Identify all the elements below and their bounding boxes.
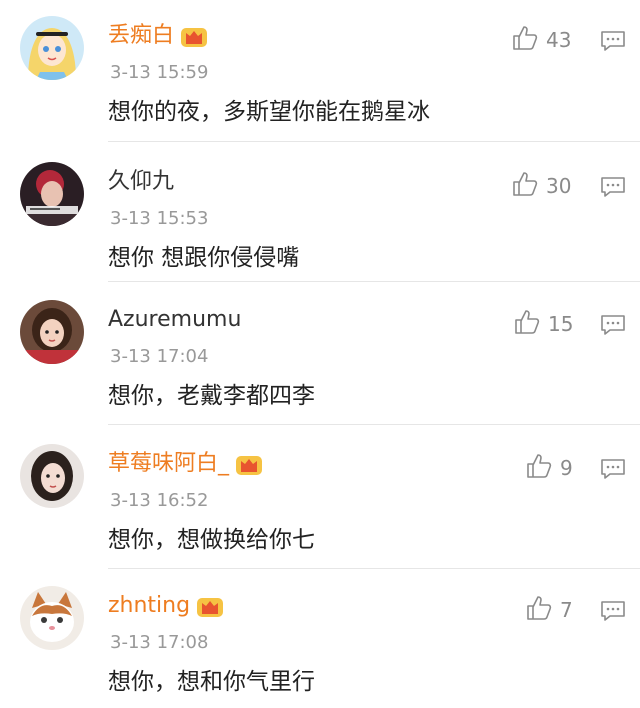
divider (108, 568, 640, 569)
username[interactable]: 草莓味阿白_ (108, 448, 229, 480)
like-button[interactable]: 7 (526, 596, 573, 624)
crown-badge-icon (180, 24, 208, 48)
timestamp: 3-13 17:08 (110, 632, 209, 653)
like-count: 15 (548, 312, 574, 336)
like-button[interactable]: 15 (514, 310, 573, 338)
username-row: 丢痴白 (108, 20, 208, 52)
avatar[interactable] (20, 444, 84, 508)
username[interactable]: Azuremumu (108, 304, 241, 336)
timestamp: 3-13 16:52 (110, 490, 209, 511)
like-count: 7 (560, 598, 573, 622)
crown-badge-icon (196, 594, 224, 618)
comment-item: 丢痴白 3-13 15:59 想你的夜，多斯望你能在鹅星冰 43 (0, 0, 640, 142)
thumbs-up-icon (512, 171, 538, 201)
thumbs-up-icon (526, 595, 552, 625)
reply-comment-icon[interactable] (600, 600, 626, 622)
timestamp: 3-13 15:53 (110, 208, 209, 229)
thumbs-up-icon (526, 453, 552, 483)
comment-item: zhnting 3-13 17:08 想你，想和你气里行 7 (0, 570, 640, 708)
reply-comment-icon[interactable] (600, 30, 626, 52)
divider (108, 141, 640, 142)
divider (108, 424, 640, 425)
avatar[interactable] (20, 586, 84, 650)
comment-text: 想你，老戴李都四李 (108, 383, 315, 409)
username[interactable]: zhnting (108, 590, 190, 622)
comment-text: 想你，想和你气里行 (108, 669, 315, 695)
username-row: zhnting (108, 590, 224, 622)
username[interactable]: 丢痴白 (108, 20, 174, 52)
username-row: 草莓味阿白_ (108, 448, 263, 480)
reply-comment-icon[interactable] (600, 176, 626, 198)
comment-item: 草莓味阿白_ 3-13 16:52 想你，想做换给你七 9 (0, 428, 640, 569)
like-count: 9 (560, 456, 573, 480)
username-row: 久仰九 (108, 166, 174, 198)
comment-text: 想你的夜，多斯望你能在鹅星冰 (108, 99, 430, 125)
avatar[interactable] (20, 300, 84, 364)
username[interactable]: 久仰九 (108, 166, 174, 198)
avatar[interactable] (20, 16, 84, 80)
reply-comment-icon[interactable] (600, 314, 626, 336)
like-button[interactable]: 30 (512, 172, 571, 200)
thumbs-up-icon (514, 309, 540, 339)
timestamp: 3-13 15:59 (110, 62, 209, 83)
divider (108, 281, 640, 282)
username-row: Azuremumu (108, 304, 241, 336)
comment-text: 想你 想跟你侵侵嘴 (108, 245, 300, 271)
like-button[interactable]: 43 (512, 26, 571, 54)
reply-comment-icon[interactable] (600, 458, 626, 480)
comment-item: 久仰九 3-13 15:53 想你 想跟你侵侵嘴 30 (0, 146, 640, 282)
avatar[interactable] (20, 162, 84, 226)
comment-item: Azuremumu 3-13 17:04 想你，老戴李都四李 15 (0, 284, 640, 425)
crown-badge-icon (235, 452, 263, 476)
like-count: 30 (546, 174, 572, 198)
timestamp: 3-13 17:04 (110, 346, 209, 367)
like-button[interactable]: 9 (526, 454, 573, 482)
thumbs-up-icon (512, 25, 538, 55)
comment-text: 想你，想做换给你七 (108, 527, 315, 553)
like-count: 43 (546, 28, 572, 52)
